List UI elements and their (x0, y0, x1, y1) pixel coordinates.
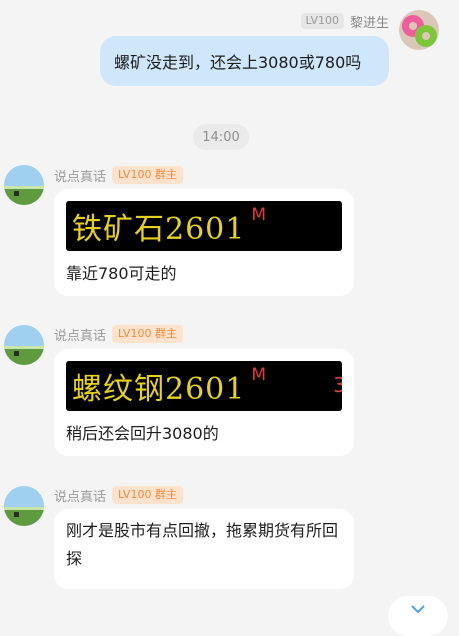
quote-marker: M (251, 205, 267, 225)
quote-edge-char: 3 (333, 373, 342, 397)
message-text: 靠近780可走的 (66, 264, 177, 283)
group-owner-badge: LV100 群主 (112, 486, 183, 504)
incoming-message-header: 说点真话 LV100 群主 (54, 324, 183, 344)
chevron-down-icon (411, 605, 425, 614)
outgoing-message-bubble[interactable]: 螺矿没走到，还会上3080或780吗 (100, 36, 389, 86)
quote-symbol-text: 铁矿石2601 (72, 212, 246, 247)
landscape-avatar-icon[interactable] (4, 325, 44, 365)
time-divider: 14:00 (193, 124, 249, 150)
sender-name[interactable]: 说点真话 (54, 325, 106, 344)
incoming-message-header: 说点真话 LV100 群主 (54, 165, 183, 185)
sender-name[interactable]: 黎进生 (350, 12, 389, 31)
sender-name[interactable]: 说点真话 (54, 486, 106, 505)
quote-screenshot-image[interactable]: 螺纹钢2601 M 3 (66, 361, 342, 411)
quote-symbol-text: 螺纹钢2601 (72, 372, 246, 407)
donut-avatar-icon[interactable] (399, 10, 439, 50)
landscape-avatar-icon[interactable] (4, 486, 44, 526)
group-owner-badge: LV100 群主 (112, 166, 183, 184)
message-text: 刚才是股市有点回撤，拖累期货有所回探 (66, 521, 339, 568)
incoming-message-bubble[interactable]: 刚才是股市有点回撤，拖累期货有所回探 (54, 509, 354, 589)
sender-level-badge: LV100 (300, 13, 344, 29)
outgoing-message-header: LV100 黎进生 (300, 12, 389, 31)
quote-marker: M (251, 365, 267, 385)
incoming-message-header: 说点真话 LV100 群主 (54, 485, 183, 505)
quote-screenshot-image[interactable]: 铁矿石2601 M (66, 201, 342, 251)
incoming-message-bubble[interactable]: 螺纹钢2601 M 3 稍后还会回升3080的 (54, 349, 354, 456)
incoming-message-bubble[interactable]: 铁矿石2601 M 靠近780可走的 (54, 189, 354, 296)
sender-name[interactable]: 说点真话 (54, 166, 106, 185)
scroll-to-bottom-button[interactable] (388, 596, 448, 636)
landscape-avatar-icon[interactable] (4, 165, 44, 205)
message-text: 稍后还会回升3080的 (66, 424, 219, 443)
message-text: 螺矿没走到，还会上3080或780吗 (114, 53, 362, 72)
group-owner-badge: LV100 群主 (112, 325, 183, 343)
